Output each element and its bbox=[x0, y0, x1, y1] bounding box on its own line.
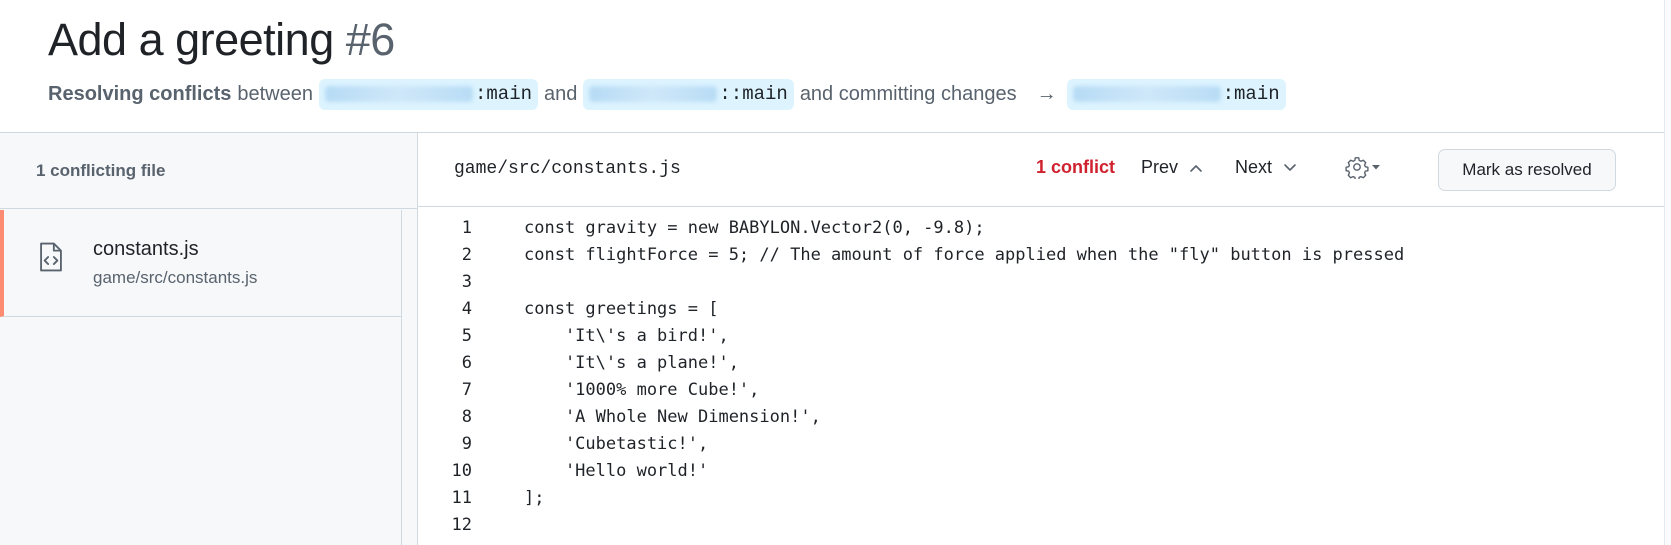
line-content: 'Cubetastic!', bbox=[524, 433, 709, 454]
mark-resolved-button[interactable]: Mark as resolved bbox=[1438, 149, 1616, 191]
settings-menu-button[interactable] bbox=[1345, 155, 1383, 179]
line-number: 12 bbox=[451, 514, 472, 535]
line-number: 6 bbox=[461, 352, 472, 373]
arrow-right-icon: → bbox=[1036, 82, 1057, 105]
merge-summary: Resolving conflicts between :main and ::… bbox=[48, 78, 1671, 110]
line-number: 3 bbox=[461, 271, 472, 292]
line-content: const greetings = [ bbox=[524, 298, 719, 319]
code-line[interactable]: 7 '1000% more Cube!', bbox=[418, 376, 1664, 403]
line-number: 5 bbox=[461, 325, 472, 346]
line-number: 4 bbox=[461, 298, 472, 319]
line-number: 2 bbox=[461, 244, 472, 265]
resolving-label: Resolving conflicts bbox=[48, 82, 232, 105]
conflict-count: 1 conflict bbox=[1036, 157, 1116, 177]
file-sidebar: 1 conflicting file constants.js game/src… bbox=[0, 133, 418, 545]
and-label: and bbox=[544, 82, 578, 105]
line-content: 'Hello world!' bbox=[524, 460, 709, 481]
file-name: constants.js bbox=[93, 238, 199, 260]
line-number: 7 bbox=[461, 379, 472, 400]
line-content: 'It\'s a bird!', bbox=[524, 325, 729, 346]
code-line[interactable]: 1 const gravity = new BABYLON.Vector2(0, … bbox=[418, 214, 1664, 241]
line-content: ]; bbox=[524, 487, 545, 508]
line-number: 9 bbox=[461, 433, 472, 454]
code-editor: game/src/constants.js 1 conflict Prev Ne… bbox=[418, 133, 1664, 545]
file-item-constants[interactable]: constants.js game/src/constants.js bbox=[0, 210, 401, 317]
page-scrollbar[interactable] bbox=[1664, 0, 1671, 545]
code-line[interactable]: 3 bbox=[418, 268, 1664, 295]
line-number: 11 bbox=[451, 487, 472, 508]
prev-label: Prev bbox=[1141, 157, 1179, 177]
code-line[interactable]: 8 'A Whole New Dimension!', bbox=[418, 403, 1664, 430]
code-line[interactable]: 9 'Cubetastic!', bbox=[418, 430, 1664, 457]
head-branch[interactable]: ::main bbox=[583, 78, 794, 110]
committing-label: and committing changes bbox=[799, 82, 1017, 105]
conflict-resolver: 1 conflicting file constants.js game/src… bbox=[0, 132, 1664, 545]
target-branch[interactable]: :main bbox=[1066, 78, 1286, 110]
code-line[interactable]: 4 const greetings = [ bbox=[418, 295, 1664, 322]
line-content: 'A Whole New Dimension!', bbox=[524, 406, 821, 427]
between-label: between bbox=[237, 82, 313, 105]
redacted-owner bbox=[325, 86, 473, 102]
editor-toolbar: game/src/constants.js 1 conflict Prev Ne… bbox=[418, 133, 1664, 207]
caret-down-icon bbox=[1372, 165, 1380, 170]
code-line[interactable]: 12 bbox=[418, 511, 1664, 538]
page-title: Add a greeting #6 bbox=[48, 12, 1671, 68]
chevron-down-icon bbox=[1284, 163, 1296, 171]
prev-conflict-button[interactable]: Prev bbox=[1141, 157, 1204, 178]
gear-icon bbox=[1345, 157, 1369, 179]
line-content: '1000% more Cube!', bbox=[524, 379, 760, 400]
chevron-up-icon bbox=[1190, 164, 1202, 172]
next-conflict-button[interactable]: Next bbox=[1235, 157, 1298, 178]
line-number: 8 bbox=[461, 406, 472, 427]
line-number: 10 bbox=[451, 460, 472, 481]
file-path: game/src/constants.js bbox=[93, 268, 258, 287]
line-number: 1 bbox=[461, 217, 472, 238]
page-header: Add a greeting #6 Resolving conflicts be… bbox=[48, 12, 1671, 110]
code-line[interactable]: 11]; bbox=[418, 484, 1664, 511]
pr-number: #6 bbox=[345, 14, 396, 65]
line-content: const gravity = new BABYLON.Vector2(0, -… bbox=[524, 217, 985, 238]
file-code-icon bbox=[40, 242, 62, 272]
code-line[interactable]: 5 'It\'s a bird!', bbox=[418, 322, 1664, 349]
redacted-owner bbox=[1072, 86, 1221, 102]
code-line[interactable]: 2 const flightForce = 5; // The amount of… bbox=[418, 241, 1664, 268]
line-content: const flightForce = 5; // The amount of … bbox=[524, 244, 1405, 265]
next-label: Next bbox=[1235, 157, 1273, 177]
pr-title: Add a greeting bbox=[48, 14, 334, 65]
redacted-owner bbox=[589, 86, 718, 102]
editor-file-path: game/src/constants.js bbox=[454, 159, 681, 179]
code-line[interactable]: 6 'It\'s a plane!', bbox=[418, 349, 1664, 376]
code-line[interactable]: 10 'Hello world!' bbox=[418, 457, 1664, 484]
base-branch[interactable]: :main bbox=[319, 78, 539, 110]
conflicting-files-heading: 1 conflicting file bbox=[0, 133, 417, 209]
line-content: 'It\'s a plane!', bbox=[524, 352, 739, 373]
sidebar-divider bbox=[401, 210, 402, 545]
code-lines[interactable]: 1 const gravity = new BABYLON.Vector2(0, … bbox=[418, 214, 1664, 538]
